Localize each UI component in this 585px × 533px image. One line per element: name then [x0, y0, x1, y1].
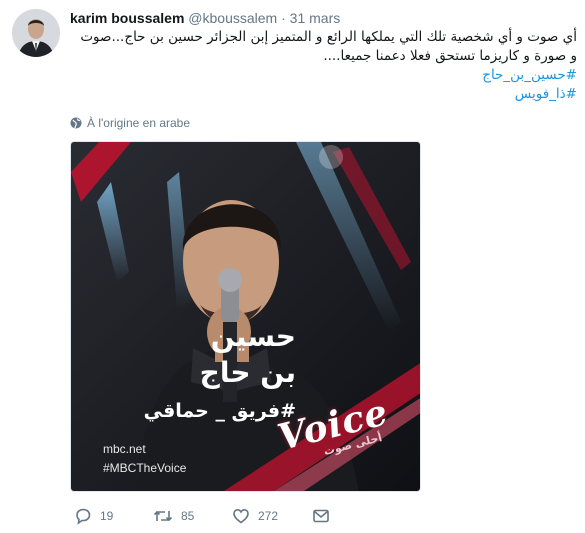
- tweet-text: أي صوت و أي شخصية تلك التي يملكها الرائع…: [70, 28, 577, 104]
- like-count: 272: [258, 509, 279, 523]
- direct-message-button[interactable]: [312, 506, 330, 526]
- globe-icon: [70, 117, 82, 129]
- overlay-hashtag: #MBCTheVoice: [103, 461, 187, 475]
- reply-button[interactable]: 19: [74, 506, 113, 526]
- tweet-text-line: و صورة و كاريزما تستحق فعلا دعمنا جميعا.…: [323, 48, 577, 64]
- hashtag-link[interactable]: #حسين_بن_حاج: [70, 66, 577, 85]
- like-icon: [233, 508, 249, 524]
- tweet-text-line: أي صوت و أي شخصية تلك التي يملكها الرائع…: [80, 29, 577, 45]
- reply-icon: [76, 508, 91, 525]
- overlay-name-line2: بن حاج: [199, 356, 296, 389]
- like-button[interactable]: 272: [232, 506, 278, 526]
- avatar-photo: [12, 9, 60, 57]
- author-handle[interactable]: @kboussalem: [188, 10, 277, 26]
- tweet-header: karim boussalem @kboussalem · 31 mars: [70, 9, 340, 27]
- retweet-button[interactable]: 85: [153, 506, 194, 526]
- overlay-name-line1: حسين: [210, 320, 296, 353]
- translation-label[interactable]: À l'origine en arabe: [87, 116, 190, 130]
- overlay-team: #فريق _ حماقي: [143, 400, 296, 422]
- hashtag-link[interactable]: #ذا_فويس: [70, 85, 577, 104]
- media-image[interactable]: حسين بن حاج #فريق _ حماقي mbc.net #MBCTh…: [70, 141, 421, 492]
- author-name[interactable]: karim boussalem: [70, 10, 184, 26]
- separator-dot: ·: [281, 10, 286, 26]
- tweet-date[interactable]: 31 mars: [290, 10, 341, 26]
- overlay-site: mbc.net: [103, 442, 146, 456]
- tweet: karim boussalem @kboussalem · 31 mars أي…: [0, 0, 585, 533]
- direct-message-icon: [313, 509, 329, 523]
- tweet-actions: 19 85 272: [70, 506, 350, 526]
- translation-note: À l'origine en arabe: [70, 116, 190, 130]
- retweet-count: 85: [181, 509, 195, 523]
- reply-count: 19: [100, 509, 114, 523]
- avatar[interactable]: [12, 9, 60, 57]
- retweet-icon: [153, 510, 173, 522]
